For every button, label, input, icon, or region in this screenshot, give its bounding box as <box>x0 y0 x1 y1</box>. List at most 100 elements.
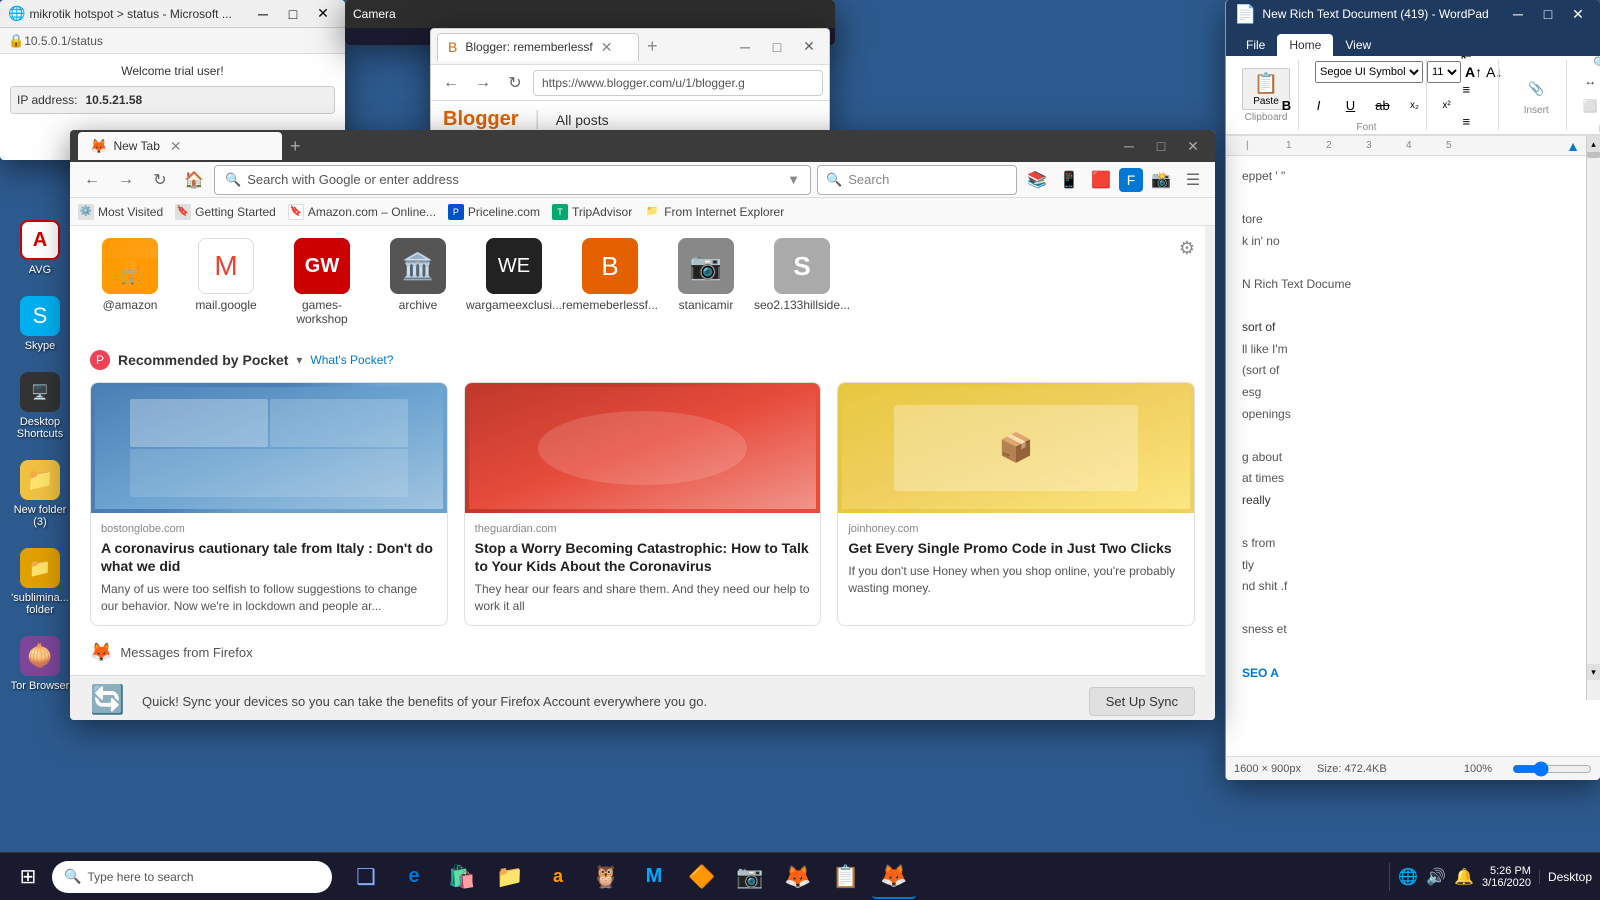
blogger-address[interactable]: https://www.blogger.com/u/1/blogger.g <box>533 70 823 96</box>
firefox-library-btn[interactable]: 📚 <box>1023 166 1051 194</box>
pocket-dropdown-btn[interactable]: ▾ <box>296 353 302 367</box>
wordpad-insert-object-btn[interactable]: 📎 <box>1522 75 1550 103</box>
blogger-minimize-btn[interactable]: ─ <box>731 36 759 58</box>
wordpad-replace-btn[interactable]: ↔Replace <box>1584 74 1600 88</box>
taskbar-vlc-btn[interactable]: 🔶 <box>680 855 724 899</box>
blogger-back-btn[interactable]: ← <box>437 69 465 97</box>
wordpad-tab-home[interactable]: Home <box>1277 34 1333 56</box>
shortcut-stanicamir[interactable]: 📷 stanicamir <box>666 238 746 326</box>
wordpad-subscript-btn[interactable]: x₂ <box>1401 92 1429 120</box>
shortcut-blogger[interactable]: B rememeberlessf... <box>570 238 650 326</box>
shortcut-games-workshop[interactable]: GW games-workshop <box>282 238 362 326</box>
taskbar-speaker-icon[interactable]: 🔊 <box>1426 867 1446 887</box>
firefox-new-tab-btn[interactable]: + <box>290 136 301 157</box>
desktop-icon-new-folder[interactable]: 📁 New folder(3) <box>5 460 75 528</box>
wordpad-tab-file[interactable]: File <box>1234 34 1277 56</box>
desktop-icon-tor-browser[interactable]: 🧅 Tor Browser <box>5 636 75 692</box>
wordpad-scrollbar-up[interactable]: ▴ <box>1587 136 1600 152</box>
wordpad-strikethrough-btn[interactable]: ab <box>1369 92 1397 120</box>
taskbar-app-btn[interactable]: 🦊 <box>776 855 820 899</box>
desktop-icon-skype[interactable]: S Skype <box>5 296 75 352</box>
taskbar-firefox-btn[interactable]: 🦊 <box>872 855 916 899</box>
desktop-icon-shortcuts[interactable]: 🖥️ DesktopShortcuts <box>5 372 75 440</box>
blogger-all-posts[interactable]: All posts <box>556 112 609 128</box>
firefox-home-btn[interactable]: 🏠 <box>180 166 208 194</box>
firefox-search-box[interactable]: 🔍 Search <box>817 165 1017 195</box>
wordpad-align-left-btn[interactable]: ≡ <box>1452 76 1480 104</box>
firefox-bookmark-getting-started[interactable]: 🔖 Getting Started <box>175 204 276 220</box>
sync-button[interactable]: Set Up Sync <box>1089 687 1195 716</box>
blogger-close-btn[interactable]: ✕ <box>795 36 823 58</box>
desktop-icon-sublimina[interactable]: 📁 'sublimina...folder <box>5 548 75 616</box>
firefox-shortcuts-settings-btn[interactable]: ⚙ <box>1179 238 1195 326</box>
firefox-bookmark-internet-explorer[interactable]: 📁 From Internet Explorer <box>644 204 784 220</box>
pocket-card-honey[interactable]: 📦 joinhoney.com Get Every Single Promo C… <box>837 382 1195 626</box>
blogger-maximize-btn[interactable]: □ <box>763 36 791 58</box>
taskbar-app2-btn[interactable]: 📋 <box>824 855 868 899</box>
firefox-pocket-btn[interactable]: 🟥 <box>1087 166 1115 194</box>
taskbar-store-btn[interactable]: 🛍️ <box>440 855 484 899</box>
taskbar-notification-icon[interactable]: 🔔 <box>1454 867 1474 887</box>
taskbar-clock[interactable]: 5:26 PM 3/16/2020 <box>1482 865 1531 889</box>
shortcut-wargame[interactable]: WE wargameexclusi... <box>474 238 554 326</box>
blogger-reload-btn[interactable]: ↻ <box>501 69 529 97</box>
taskbar-task-view-btn[interactable]: ❑ <box>344 855 388 899</box>
shortcut-seo[interactable]: S seo2.133hillside... <box>762 238 842 326</box>
mikrotik-maximize-btn[interactable]: □ <box>279 3 307 25</box>
firefox-bookmark-tripadvisor[interactable]: T TripAdvisor <box>552 204 632 220</box>
pocket-card-boston[interactable]: bostonglobe.com A coronavirus cautionary… <box>90 382 448 626</box>
firefox-bookmark-most-visited[interactable]: ⚙️ Most Visited <box>78 204 163 220</box>
firefox-forward-btn[interactable]: → <box>112 166 140 194</box>
wordpad-font-select[interactable]: Segoe UI Symbol <box>1315 61 1423 83</box>
whats-pocket-link[interactable]: What's Pocket? <box>310 353 393 367</box>
firefox-bookmark-priceline[interactable]: P Priceline.com <box>448 204 540 220</box>
firefox-minimize-btn[interactable]: ─ <box>1115 135 1143 157</box>
firefox-synced-tabs-btn[interactable]: 📱 <box>1055 166 1083 194</box>
taskbar-amazon-btn[interactable]: a <box>536 855 580 899</box>
firefox-scrollbar[interactable] <box>1205 226 1215 720</box>
taskbar-tripadvisor-btn[interactable]: 🦉 <box>584 855 628 899</box>
wordpad-align-center-btn[interactable]: ≡ <box>1452 108 1480 136</box>
shortcut-archive[interactable]: 🏛️ archive <box>378 238 458 326</box>
blogger-forward-btn[interactable]: → <box>469 69 497 97</box>
wordpad-close-btn[interactable]: ✕ <box>1564 3 1592 25</box>
wordpad-scrollbar-down[interactable]: ▾ <box>1587 664 1600 680</box>
firefox-screenshot-btn[interactable]: 📸 <box>1147 166 1175 194</box>
wordpad-italic-btn[interactable]: I <box>1305 92 1333 120</box>
firefox-tab-newtab[interactable]: 🦊 New Tab ✕ <box>78 132 282 160</box>
wordpad-maximize-btn[interactable]: □ <box>1534 3 1562 25</box>
wordpad-indent-decrease-btn[interactable]: ⇤ <box>1452 56 1480 70</box>
blogger-tab[interactable]: B Blogger: rememberlessf ✕ <box>437 33 639 61</box>
wordpad-zoom-slider[interactable] <box>1512 761 1592 777</box>
blogger-new-tab-btn[interactable]: + <box>647 36 658 57</box>
blogger-tab-close[interactable]: ✕ <box>601 39 613 56</box>
mikrotik-close-btn[interactable]: ✕ <box>309 3 337 25</box>
wordpad-tab-view[interactable]: View <box>1333 34 1383 56</box>
wordpad-select-all-btn[interactable]: ⬜Select all <box>1583 92 1600 120</box>
firefox-container-btn[interactable]: F <box>1119 168 1143 192</box>
firefox-maximize-btn[interactable]: □ <box>1147 135 1175 157</box>
firefox-close-btn[interactable]: ✕ <box>1179 135 1207 157</box>
wordpad-bold-btn[interactable]: B <box>1273 92 1301 120</box>
shortcut-amazon[interactable]: 🛒 a @amazon <box>90 238 170 326</box>
firefox-menu-btn[interactable]: ☰ <box>1179 166 1207 194</box>
firefox-back-btn[interactable]: ← <box>78 166 106 194</box>
firefox-bookmark-amazon[interactable]: 🔖 Amazon.com – Online... <box>288 204 436 220</box>
taskbar-camera-btn[interactable]: 📷 <box>728 855 772 899</box>
desktop-icon-avg[interactable]: A AVG <box>5 220 75 276</box>
shortcut-gmail[interactable]: M mail.google <box>186 238 266 326</box>
wordpad-find-btn[interactable]: 🔍Find <box>1593 56 1600 70</box>
wordpad-text-area[interactable]: eppet ' " tore k in' no N Rich Text Docu… <box>1226 156 1600 756</box>
taskbar-search-box[interactable]: 🔍 Type here to search <box>52 861 332 893</box>
wordpad-underline-btn[interactable]: U <box>1337 92 1365 120</box>
firefox-address-bar[interactable]: 🔍 Search with Google or enter address ▼ <box>214 165 811 195</box>
taskbar-desktop-label[interactable]: Desktop <box>1539 870 1592 884</box>
firefox-reload-btn[interactable]: ↻ <box>146 166 174 194</box>
taskbar-malwarebytes-btn[interactable]: M <box>632 855 676 899</box>
taskbar-network-icon[interactable]: 🌐 <box>1398 867 1418 887</box>
wordpad-minimize-btn[interactable]: ─ <box>1504 3 1532 25</box>
taskbar-edge-btn[interactable]: e <box>392 855 436 899</box>
firefox-tab-close-btn[interactable]: ✕ <box>170 138 182 155</box>
pocket-card-guardian[interactable]: theguardian.com Stop a Worry Becoming Ca… <box>464 382 822 626</box>
taskbar-file-explorer-btn[interactable]: 📁 <box>488 855 532 899</box>
